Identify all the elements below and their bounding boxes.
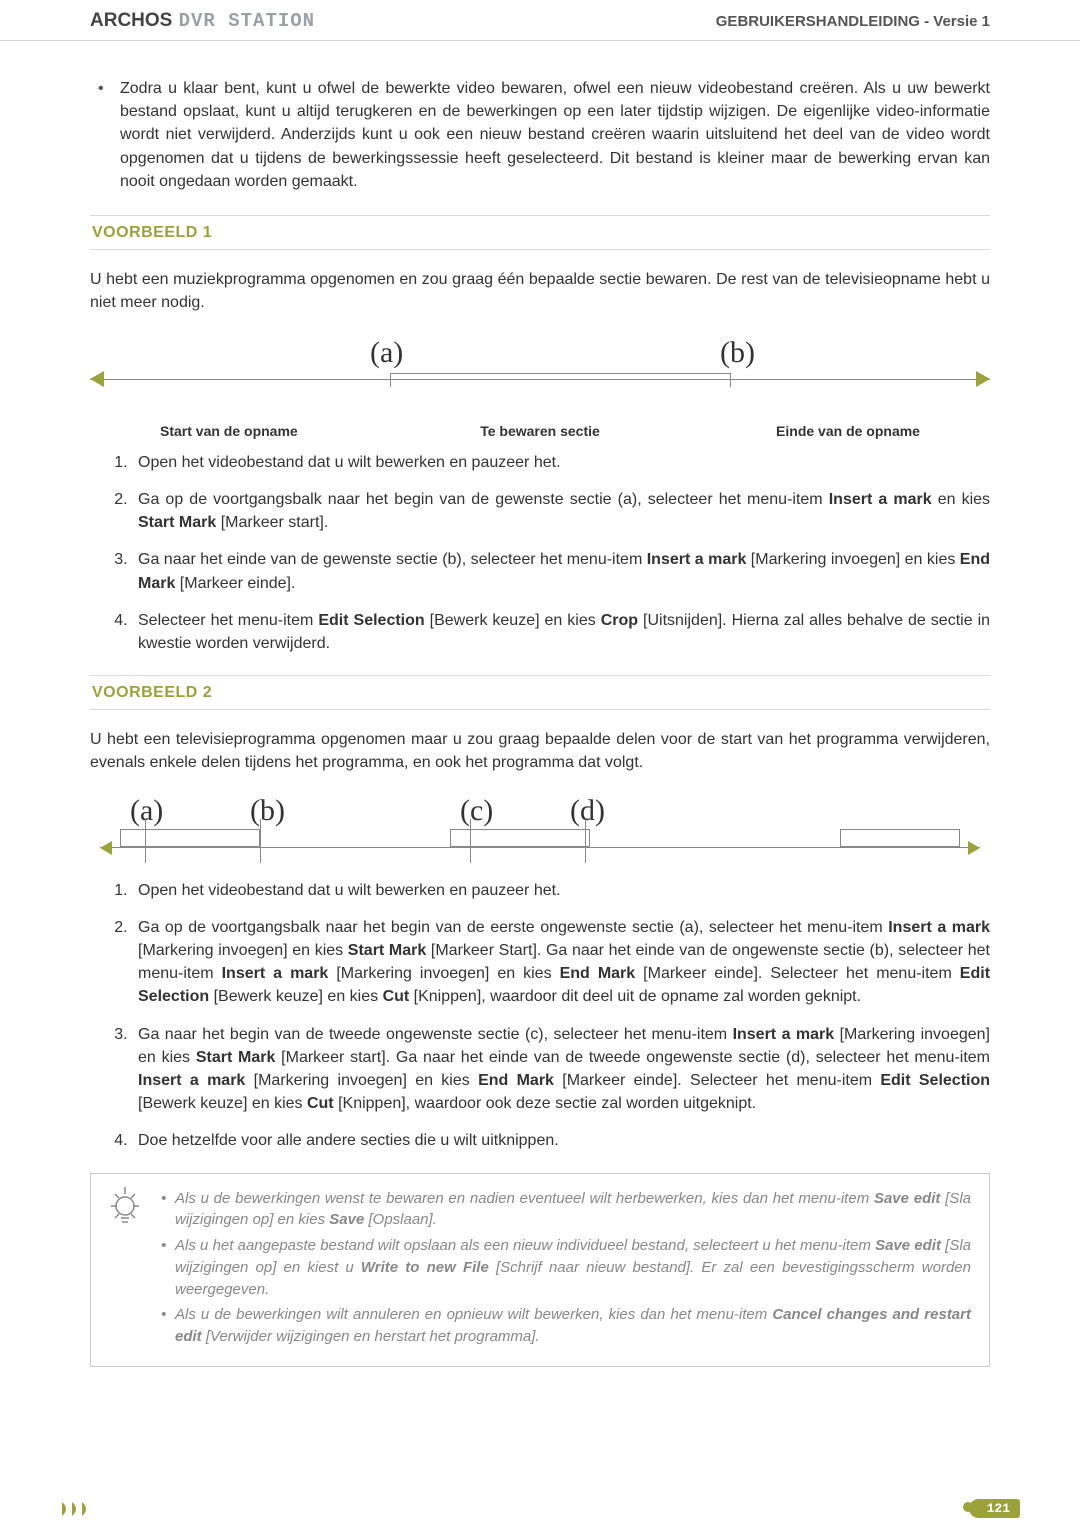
diagram-example2: (a) (b) (c) (d) bbox=[100, 789, 980, 869]
ex1-step2: Ga op de voortgangsbalk naar het begin v… bbox=[132, 488, 990, 534]
brand-name: ARCHOS bbox=[90, 10, 172, 31]
diagram2-label-a: (a) bbox=[130, 789, 163, 833]
tip1: Als u de bewerkingen wenst te bewaren en… bbox=[175, 1188, 971, 1232]
example1-title: VOORBEELD 1 bbox=[90, 215, 990, 250]
example1-lead: U hebt een muziekprogramma opgenomen en … bbox=[90, 268, 990, 314]
ex1-step4: Selecteer het menu-item Edit Selection [… bbox=[132, 609, 990, 655]
doc-title: GEBRUIKERSHANDLEIDING - Versie 1 bbox=[716, 13, 990, 30]
diagram2-label-d: (d) bbox=[570, 789, 605, 833]
intro-bullet: Zodra u klaar bent, kunt u ofwel de bewe… bbox=[120, 77, 990, 193]
example2-lead: U hebt een televisieprogramma opgenomen … bbox=[90, 728, 990, 774]
diagram1-label-b: (b) bbox=[720, 331, 755, 375]
ex2-step1: Open het videobestand dat u wilt bewerke… bbox=[132, 879, 990, 902]
diagram1-cap-end: Einde van de opname bbox=[667, 421, 960, 441]
page-footer: 121 bbox=[0, 1499, 1080, 1518]
tip-box: Als u de bewerkingen wenst te bewaren en… bbox=[90, 1173, 990, 1367]
lightbulb-icon bbox=[105, 1184, 145, 1234]
tip2: Als u het aangepaste bestand wilt opslaa… bbox=[175, 1235, 971, 1300]
diagram1-cap-start: Start van de opname bbox=[120, 421, 413, 441]
product-name: DVR STATION bbox=[179, 10, 315, 32]
page-header: ARCHOS DVR STATION GEBRUIKERSHANDLEIDING… bbox=[0, 0, 1080, 41]
ex2-step3: Ga naar het begin van de tweede ongewens… bbox=[132, 1023, 990, 1116]
ex2-step2: Ga op de voortgangsbalk naar het begin v… bbox=[132, 916, 990, 1009]
diagram1-label-a: (a) bbox=[370, 331, 403, 375]
footer-decoration-icon bbox=[60, 1500, 110, 1518]
diagram2-label-b: (b) bbox=[250, 789, 285, 833]
arrow-right-icon bbox=[968, 841, 980, 855]
diagram1-cap-mid: Te bewaren sectie bbox=[413, 421, 666, 441]
diagram1-captions: Start van de opname Te bewaren sectie Ei… bbox=[90, 421, 990, 441]
page-number: 121 bbox=[969, 1499, 1020, 1518]
ex2-step4: Doe hetzelfde voor alle andere secties d… bbox=[132, 1129, 990, 1152]
diagram2-label-c: (c) bbox=[460, 789, 493, 833]
arrow-left-icon bbox=[100, 841, 112, 855]
intro-bullets: Zodra u klaar bent, kunt u ofwel de bewe… bbox=[90, 77, 990, 193]
example2-title: VOORBEELD 2 bbox=[90, 675, 990, 710]
arrow-right-icon bbox=[976, 371, 990, 387]
ex1-step3: Ga naar het einde van de gewenste sectie… bbox=[132, 548, 990, 594]
header-left: ARCHOS DVR STATION bbox=[90, 10, 315, 32]
arrow-left-icon bbox=[90, 371, 104, 387]
example2-steps: Open het videobestand dat u wilt bewerke… bbox=[90, 879, 990, 1153]
tip3: Als u de bewerkingen wilt annuleren en o… bbox=[175, 1304, 971, 1348]
diagram-example1: (a) (b) bbox=[90, 329, 990, 415]
example1-steps: Open het videobestand dat u wilt bewerke… bbox=[90, 451, 990, 655]
ex1-step1: Open het videobestand dat u wilt bewerke… bbox=[132, 451, 990, 474]
